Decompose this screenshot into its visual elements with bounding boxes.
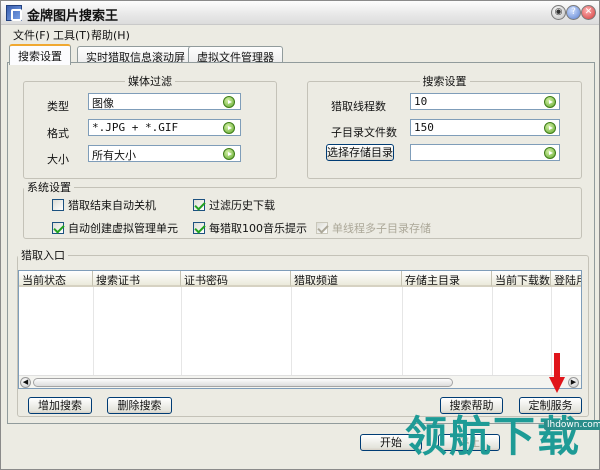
music-alert-checkbox[interactable]: 每猎取100音乐提示 bbox=[193, 220, 307, 236]
format-dropdown-icon[interactable] bbox=[223, 122, 235, 134]
watermark-logo: 领航下载 bbox=[405, 412, 582, 461]
column-downloads[interactable]: 当前下载数 bbox=[492, 271, 551, 287]
close-icon[interactable]: ✕ bbox=[581, 5, 596, 20]
help-icon[interactable]: ? bbox=[566, 5, 581, 20]
auto-create-virtual-unit-checkbox[interactable]: 自动创建虚拟管理单元 bbox=[52, 220, 178, 236]
size-dropdown-icon[interactable] bbox=[223, 148, 235, 160]
type-dropdown-icon[interactable] bbox=[223, 96, 235, 108]
column-login[interactable]: 登陆用 bbox=[551, 271, 581, 287]
checkbox-box[interactable] bbox=[193, 222, 205, 234]
single-thread-multi-dir-checkbox: 单线程多子目录存储 bbox=[316, 220, 431, 236]
checkbox-box bbox=[316, 222, 328, 234]
column-password[interactable]: 证书密码 bbox=[181, 271, 291, 287]
column-divider bbox=[291, 287, 292, 377]
menu-bar: 文件(F) 工具(T) 帮助(H) bbox=[1, 25, 599, 43]
dir-dropdown-icon[interactable] bbox=[544, 147, 556, 159]
scroll-left-icon[interactable]: ◀ bbox=[20, 377, 31, 388]
column-divider bbox=[93, 287, 94, 377]
choose-dir-button[interactable]: 选择存储目录 bbox=[326, 144, 394, 161]
scroll-right-icon[interactable]: ▶ bbox=[568, 377, 579, 388]
red-arrow-annotation bbox=[549, 353, 565, 393]
system-settings-title: 系统设置 bbox=[27, 181, 71, 194]
column-storage-dir[interactable]: 存储主目录 bbox=[402, 271, 492, 287]
subdir-label: 子目录文件数 bbox=[331, 126, 397, 139]
type-label: 类型 bbox=[47, 100, 69, 113]
watermark-url: lhdown.com bbox=[544, 420, 600, 430]
column-channel[interactable]: 猎取频道 bbox=[291, 271, 402, 287]
column-certificate[interactable]: 搜索证书 bbox=[93, 271, 181, 287]
tab-strip: 搜索设置 实时猎取信息滚动屏 虚拟文件管理器 bbox=[7, 44, 597, 65]
media-filter-title: 媒体过滤 bbox=[128, 75, 172, 88]
menu-help[interactable]: 帮助(H) bbox=[91, 27, 130, 43]
threads-field[interactable]: 10 bbox=[410, 93, 560, 110]
format-label: 格式 bbox=[47, 127, 69, 140]
menu-file[interactable]: 文件(F) bbox=[13, 27, 50, 43]
column-divider bbox=[181, 287, 182, 377]
title-bar[interactable]: 金牌图片搜索王 ◉ ? ✕ bbox=[1, 1, 599, 25]
subdir-dropdown-icon[interactable] bbox=[544, 122, 556, 134]
checkbox-label: 每猎取100音乐提示 bbox=[209, 222, 307, 235]
checkbox-label: 单线程多子目录存储 bbox=[332, 222, 431, 235]
delete-search-button[interactable]: 删除搜索 bbox=[107, 397, 172, 414]
search-settings-title: 搜索设置 bbox=[422, 75, 467, 88]
size-label: 大小 bbox=[47, 153, 69, 166]
format-field[interactable]: *.JPG + *.GIF bbox=[88, 119, 241, 136]
checkbox-box[interactable] bbox=[52, 199, 64, 211]
scroll-thumb[interactable] bbox=[33, 378, 453, 387]
checkbox-box[interactable] bbox=[52, 222, 64, 234]
minimize-icon[interactable]: ◉ bbox=[551, 5, 566, 20]
tab-search-settings[interactable]: 搜索设置 bbox=[9, 44, 71, 65]
app-icon bbox=[6, 5, 22, 21]
horizontal-scrollbar[interactable]: ◀ ▶ bbox=[19, 375, 581, 388]
entry-title: 猎取入口 bbox=[21, 249, 65, 262]
add-search-button[interactable]: 增加搜索 bbox=[28, 397, 92, 414]
app-window: 金牌图片搜索王 ◉ ? ✕ 文件(F) 工具(T) 帮助(H) 搜索设置 实时猎… bbox=[0, 0, 600, 470]
window-title: 金牌图片搜索王 bbox=[27, 9, 119, 24]
column-status[interactable]: 当前状态 bbox=[19, 271, 93, 287]
dir-field[interactable] bbox=[410, 144, 560, 161]
checkbox-label: 猎取结束自动关机 bbox=[68, 199, 156, 212]
column-divider bbox=[402, 287, 403, 377]
subdir-field[interactable]: 150 bbox=[410, 119, 560, 136]
checkbox-box[interactable] bbox=[193, 199, 205, 211]
column-divider bbox=[492, 287, 493, 377]
threads-dropdown-icon[interactable] bbox=[544, 96, 556, 108]
menu-tools[interactable]: 工具(T) bbox=[53, 27, 90, 43]
filter-history-checkbox[interactable]: 过滤历史下载 bbox=[193, 197, 275, 213]
checkbox-label: 过滤历史下载 bbox=[209, 199, 275, 212]
size-field[interactable]: 所有大小 bbox=[88, 145, 241, 162]
auto-shutdown-checkbox[interactable]: 猎取结束自动关机 bbox=[52, 197, 156, 213]
checkbox-label: 自动创建虚拟管理单元 bbox=[68, 222, 178, 235]
table-header: 当前状态 搜索证书 证书密码 猎取频道 存储主目录 当前下载数 登陆用 bbox=[19, 271, 581, 287]
type-field[interactable]: 图像 bbox=[88, 93, 241, 110]
entry-table[interactable]: 当前状态 搜索证书 证书密码 猎取频道 存储主目录 当前下载数 登陆用 ◀ ▶ bbox=[18, 270, 582, 389]
threads-label: 猎取线程数 bbox=[331, 100, 386, 113]
